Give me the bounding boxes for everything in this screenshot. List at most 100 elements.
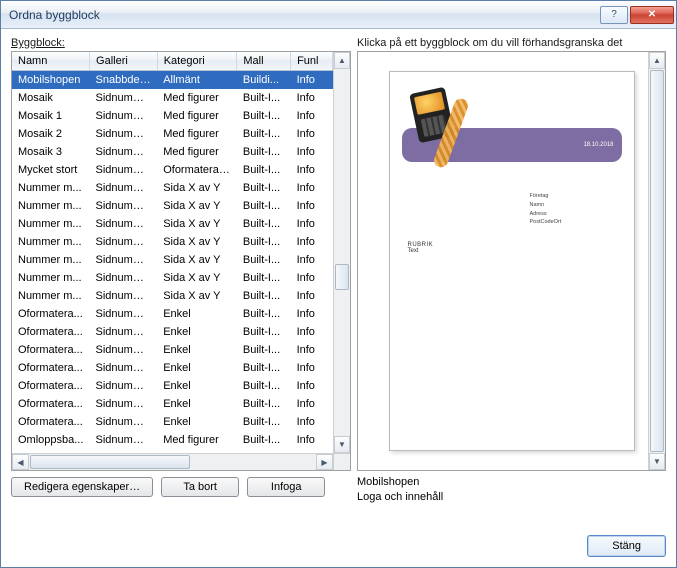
vertical-scrollbar[interactable]: ▲ ▼ [333,52,350,453]
close-window-button[interactable]: ✕ [630,6,674,24]
preview-meta-3: Adress [530,210,562,219]
preview-info-desc: Loga och innehåll [357,490,666,505]
col-header-template[interactable]: Mall [237,52,291,71]
table-cell: Built-I... [237,359,291,377]
edit-properties-button[interactable]: Redigera egenskaper… [11,477,153,497]
table-cell: Info [291,413,333,431]
window-title: Ordna byggblock [9,8,600,22]
table-cell: Sida X av Y [157,287,237,305]
table-cell: Mobilshopen [12,71,90,89]
col-header-gallery[interactable]: Galleri [90,52,158,71]
table-cell: Buildi... [237,71,291,89]
help-button[interactable]: ? [600,6,628,24]
scroll-right-icon[interactable]: ▶ [316,454,333,470]
scroll-down-icon[interactable]: ▼ [334,436,350,453]
table-cell: Enkel [157,413,237,431]
insert-button[interactable]: Infoga [247,477,325,497]
table-cell: Built-I... [237,197,291,215]
table-cell: Oformatera... [12,413,90,431]
scroll-up-icon[interactable]: ▲ [334,52,350,69]
table-cell: Built-I... [237,323,291,341]
table-cell: Built-I... [237,377,291,395]
preview-scroll-thumb[interactable] [650,70,664,452]
table-row[interactable]: Nummer m...Sidnumme...Sida X av YBuilt-I… [12,251,333,269]
preview-vertical-scrollbar[interactable]: ▲ ▼ [648,52,665,470]
table-cell: Sidnumme... [90,197,158,215]
table-row[interactable]: Nummer m...Sidnumme...Sida X av YBuilt-I… [12,197,333,215]
delete-button[interactable]: Ta bort [161,477,239,497]
table-cell: Sida X av Y [157,269,237,287]
preview-scroll-up-icon[interactable]: ▲ [649,52,665,69]
table-row[interactable]: MosaikSidnummerMed figurerBuilt-I...Info [12,89,333,107]
building-blocks-table: Namn Galleri Kategori Mall Funl Mobilsho… [12,52,333,453]
table-cell: Nummer m... [12,197,90,215]
preview-text: Text [408,248,434,254]
table-cell: Mosaik [12,89,90,107]
table-cell: Info [291,215,333,233]
table-row[interactable]: Oformatera...Sidnumme...EnkelBuilt-I...I… [12,395,333,413]
help-icon: ? [611,9,617,20]
table-cell: Info [291,377,333,395]
table-row[interactable]: Omloppsba...Sidnumme...Med figurerBuilt-… [12,431,333,449]
table-cell: Info [291,107,333,125]
table-row[interactable]: MobilshopenSnabbdelarAllmäntBuildi...Inf… [12,71,333,89]
table-cell: Info [291,359,333,377]
table-cell: Info [291,341,333,359]
table-row[interactable]: Nummer m...SidnummerSida X av YBuilt-I..… [12,179,333,197]
table-cell: Info [291,233,333,251]
table-row[interactable]: Oformatera...Sidnumme...EnkelBuilt-I...I… [12,323,333,341]
table-cell: Sidnumme... [90,395,158,413]
left-section-label: Byggblock: [11,37,351,49]
table-cell: Med figurer [157,107,237,125]
col-header-function[interactable]: Funl [291,52,333,71]
table-row[interactable]: Oformatera...SidnummerEnkelBuilt-I...Inf… [12,305,333,323]
table-cell: Built-I... [237,233,291,251]
table-row[interactable]: Mycket stortSidnumme...Oformaterat...Bui… [12,161,333,179]
table-cell: Med figurer [157,431,237,449]
col-header-name[interactable]: Namn [12,52,90,71]
table-cell: Mosaik 2 [12,125,90,143]
close-icon: ✕ [648,9,656,20]
table-row[interactable]: Nummer m...Sidnumme...Sida X av YBuilt-I… [12,287,333,305]
table-row[interactable]: Nummer m...Sidnumme...Sida X av YBuilt-I… [12,233,333,251]
scroll-left-icon[interactable]: ◀ [12,454,29,470]
preview-scroll-down-icon[interactable]: ▼ [649,453,665,470]
table-cell: Info [291,179,333,197]
table-cell: Built-I... [237,125,291,143]
table-row[interactable]: Oformatera...Sidnumme...EnkelBuilt-I...I… [12,377,333,395]
table-cell: Built-I... [237,269,291,287]
table-row[interactable]: Oformatera...Sidnumme...EnkelBuilt-I...I… [12,359,333,377]
table-cell: Nummer m... [12,251,90,269]
table-cell: Mosaik 1 [12,107,90,125]
table-row[interactable]: Mosaik 2Sidnumme...Med figurerBuilt-I...… [12,125,333,143]
col-header-category[interactable]: Kategori [157,52,237,71]
table-row[interactable]: Oformatera...Sidnumme...EnkelBuilt-I...I… [12,341,333,359]
table-cell: Enkel [157,341,237,359]
table-cell: Allmänt [157,71,237,89]
table-row[interactable]: Oformatera...Sidnumme...EnkelBuilt-I...I… [12,413,333,431]
preview-meta: Företag Namn Adress PostCodeOrt [530,192,562,227]
table-row[interactable]: Mosaik 3Sidnumme...Med figurerBuilt-I...… [12,143,333,161]
table-cell: Nummer m... [12,215,90,233]
preview-page[interactable]: 18.10.2018 Företag Namn Adress PostCodeO… [389,71,635,451]
table-cell: Oformaterat... [157,161,237,179]
table-cell: Sidnumme... [90,161,158,179]
table-cell: Info [291,89,333,107]
hscroll-thumb[interactable] [30,455,190,469]
scroll-corner [333,453,350,470]
table-cell: Sidnummer [90,179,158,197]
horizontal-scrollbar[interactable]: ◀ ▶ [12,453,333,470]
table-row[interactable]: Mosaik 1Sidnumme...Med figurerBuilt-I...… [12,107,333,125]
preview-meta-1: Företag [530,192,562,201]
scroll-thumb[interactable] [335,264,349,290]
table-cell: Info [291,323,333,341]
table-cell: Info [291,197,333,215]
table-cell: Oformatera... [12,323,90,341]
table-cell: Sida X av Y [157,215,237,233]
table-row[interactable]: Nummer m...Sidnumme...Sida X av YBuilt-I… [12,215,333,233]
table-cell: Built-I... [237,395,291,413]
table-row[interactable]: Nummer m...Sidnumme...Sida X av YBuilt-I… [12,269,333,287]
table-cell: Oformatera... [12,341,90,359]
table-cell: Nummer m... [12,287,90,305]
close-button[interactable]: Stäng [587,535,666,557]
